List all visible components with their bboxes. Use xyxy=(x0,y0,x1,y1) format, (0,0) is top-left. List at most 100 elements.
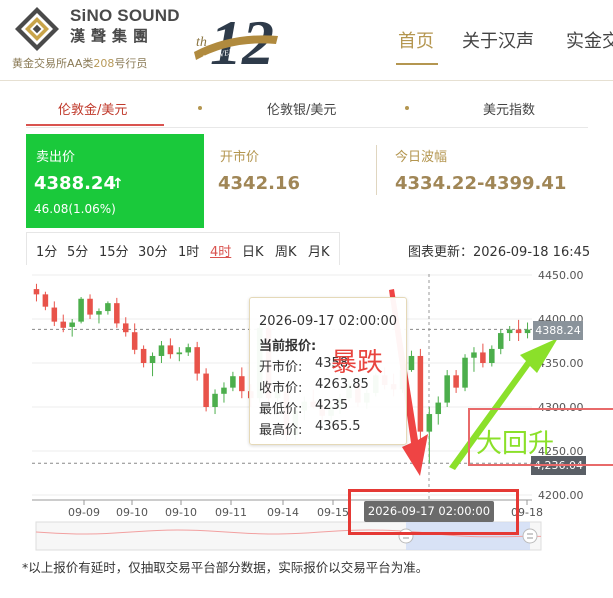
tooltip-low-value: 4235 xyxy=(315,398,349,413)
candle-body xyxy=(114,303,120,324)
sell-price-label: 卖出价 xyxy=(36,150,76,165)
sell-price-value: 4388.24 xyxy=(34,173,116,194)
brand-name-en: SiNO SOUND xyxy=(70,6,180,25)
tab-separator-dot xyxy=(405,106,409,110)
candle-body xyxy=(462,357,468,388)
candle-body xyxy=(408,355,415,371)
interval-monthly[interactable]: 月K xyxy=(308,241,330,260)
candle-body xyxy=(212,393,218,407)
tooltip-high-value: 4365.5 xyxy=(315,419,361,434)
tooltip-open-label: 开市价: xyxy=(259,360,303,375)
sinosound-logo-icon[interactable] xyxy=(14,6,60,52)
x-tick-label: 09-15 xyxy=(317,506,349,519)
chart-update-time: 图表更新：2026-09-18 16:45 xyxy=(408,245,591,260)
candle-body xyxy=(194,347,200,374)
candle-body xyxy=(221,387,227,394)
candle-body xyxy=(230,376,236,388)
candle-body xyxy=(426,414,433,432)
interval-daily[interactable]: 日K xyxy=(242,241,264,260)
x-tick-label: 09-09 xyxy=(68,506,100,519)
tab-london-silver[interactable]: 伦敦银/美元 xyxy=(267,99,336,118)
nav-home[interactable]: 首页 xyxy=(398,27,434,53)
candle-body xyxy=(122,323,129,333)
member-prefix: 黄金交易所AA类 xyxy=(12,57,94,70)
open-price-value: 4342.16 xyxy=(218,173,300,194)
y-tick-label: 4450.00 xyxy=(538,269,584,282)
candle-body xyxy=(489,348,495,363)
candle-body xyxy=(435,402,442,415)
nav-active-indicator xyxy=(396,63,438,65)
brand-name-cn: 漢聲集團 xyxy=(70,27,155,45)
daily-range-label: 今日波幅 xyxy=(395,150,448,165)
y-tick-label: 4200.00 xyxy=(538,489,584,502)
candle-body xyxy=(417,355,424,432)
candle-body xyxy=(33,289,40,295)
interval-1h[interactable]: 1时 xyxy=(178,241,199,260)
disclaimer: *以上报价有延时，仅抽取交易平台部分数据，实际报价以交易平台为准。 xyxy=(22,560,429,575)
chart-tooltip: 2026-09-17 02:00:00 当前报价: 开市价: 4358 收市价:… xyxy=(249,297,407,445)
candle-body xyxy=(140,348,147,363)
candle-body xyxy=(42,294,49,307)
candle-body xyxy=(60,321,67,328)
interval-5min[interactable]: 5分 xyxy=(67,241,88,260)
tooltip-date: 2026-09-17 02:00:00 xyxy=(259,314,398,329)
x-tick-label: 09-10 xyxy=(165,506,197,519)
tab-separator-dot xyxy=(198,106,202,110)
card-divider xyxy=(376,145,377,195)
interval-1min[interactable]: 1分 xyxy=(36,241,57,260)
candle-body xyxy=(78,298,84,322)
interval-4h[interactable]: 4时 xyxy=(210,241,231,260)
nav-physical-gold[interactable]: 实金交 xyxy=(566,27,613,53)
tabs-divider xyxy=(26,127,588,128)
sell-price-card: 卖出价 4388.24 ↑ 46.08(1.06%) xyxy=(26,134,204,228)
annotation-rebound: 大回升 xyxy=(476,429,555,459)
candle-body xyxy=(105,303,111,312)
annotation-crash: 暴跌 xyxy=(331,348,384,378)
candle-body xyxy=(471,352,477,358)
tooltip-close-label: 收市价: xyxy=(259,381,303,396)
member-suffix: 号行员 xyxy=(114,57,148,70)
candle-body xyxy=(203,373,209,407)
tab-usd-index[interactable]: 美元指数 xyxy=(483,99,535,118)
tooltip-close-value: 4263.85 xyxy=(315,377,369,392)
current-price-tag: 4388.24 xyxy=(533,321,583,340)
x-tick-label: 09-10 xyxy=(116,506,148,519)
candle-body xyxy=(444,375,450,403)
tooltip-low-label: 最低价: xyxy=(259,402,303,417)
candle-body xyxy=(87,298,93,315)
tab-active-underline xyxy=(26,124,164,126)
candle-body xyxy=(167,345,174,355)
tooltip-high-label: 最高价: xyxy=(259,423,303,438)
candle-body xyxy=(506,329,513,334)
header-divider xyxy=(0,80,613,81)
candle-body xyxy=(51,307,58,322)
candle-body xyxy=(185,347,192,353)
candle-body xyxy=(524,329,531,334)
candle-body xyxy=(497,333,504,349)
tooltip-title: 当前报价: xyxy=(259,339,317,354)
tab-london-gold[interactable]: 伦敦金/美元 xyxy=(58,99,127,118)
daily-range-value: 4334.22-4399.41 xyxy=(395,173,567,194)
candle-body xyxy=(69,322,75,327)
interval-weekly[interactable]: 周K xyxy=(275,241,297,260)
price-change: 46.08(1.06%) xyxy=(34,202,116,216)
candle-body xyxy=(149,355,156,363)
candle-body xyxy=(96,311,102,315)
navigator-handle xyxy=(522,528,538,544)
candle-body xyxy=(453,375,459,388)
candle-body xyxy=(131,332,138,350)
crosshair-date-label: 2026-09-17 02:00:00 xyxy=(364,501,494,522)
member-number: 208 xyxy=(93,57,115,70)
x-tick-label: 09-14 xyxy=(267,506,299,519)
candle-body xyxy=(158,345,165,356)
candle-body xyxy=(176,352,183,355)
candle-body xyxy=(480,352,486,363)
interval-30min[interactable]: 30分 xyxy=(138,241,168,260)
member-info: 黄金交易所AA类208号行员 xyxy=(12,55,147,71)
nav-about[interactable]: 关于汉声 xyxy=(462,27,534,53)
arrow-up-icon: ↑ xyxy=(112,176,124,192)
candle-body xyxy=(515,329,522,334)
anniversary-badge: th 12 ANNIVERSARY xyxy=(194,7,278,72)
interval-15min[interactable]: 15分 xyxy=(99,241,129,260)
open-price-label: 开市价 xyxy=(220,150,260,165)
